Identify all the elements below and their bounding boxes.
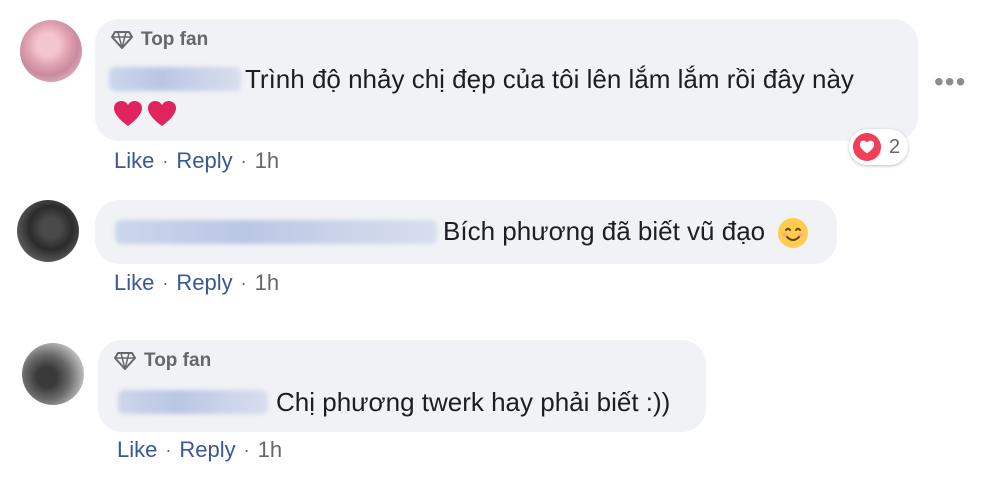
comment-bubble: Bích phương đã biết vũ đạo	[95, 200, 837, 264]
avatar[interactable]	[17, 200, 79, 262]
top-fan-badge: Top fan	[114, 350, 211, 372]
comment-actions: Like · Reply · 1h	[114, 148, 279, 174]
badge-label: Top fan	[144, 350, 212, 371]
comment-text-content: Bích phương đã biết vũ đạo	[443, 216, 766, 246]
more-options-button[interactable]: •••	[934, 66, 966, 98]
love-icon	[853, 133, 881, 161]
comment-bubble: Top fan Chị phương twerk hay phải biết :…	[98, 340, 706, 432]
timestamp[interactable]: 1h	[255, 270, 279, 296]
separator: ·	[240, 272, 247, 293]
comment-bubble: Top fan Trình độ nhảy chị đẹp của tôi lê…	[95, 19, 918, 141]
reply-button[interactable]: Reply	[176, 270, 232, 296]
top-fan-badge: Top fan	[111, 29, 208, 51]
badge-label: Top fan	[141, 29, 209, 50]
author-name[interactable]	[115, 220, 437, 244]
avatar[interactable]	[22, 343, 84, 405]
author-name[interactable]	[109, 67, 241, 91]
like-button[interactable]: Like	[114, 270, 154, 296]
smiling-face-icon	[778, 218, 809, 249]
like-button[interactable]: Like	[117, 437, 157, 463]
comment-text: Trình độ nhảy chị đẹp của tôi lên lắm lắ…	[245, 64, 854, 94]
comment-actions: Like · Reply · 1h	[117, 437, 282, 463]
reply-button[interactable]: Reply	[179, 437, 235, 463]
separator: ·	[243, 439, 250, 460]
timestamp[interactable]: 1h	[255, 148, 279, 174]
separator: ·	[240, 150, 247, 171]
separator: ·	[162, 272, 169, 293]
heart-emoji-icon	[114, 101, 142, 127]
heart-emoji-icon	[148, 101, 176, 127]
reaction-count: 2	[889, 135, 901, 158]
diamond-icon	[111, 31, 133, 49]
comment-actions: Like · Reply · 1h	[114, 270, 279, 296]
separator: ·	[165, 439, 172, 460]
author-name[interactable]	[118, 390, 268, 414]
reply-button[interactable]: Reply	[176, 148, 232, 174]
emoji-line	[113, 97, 181, 129]
separator: ·	[162, 150, 169, 171]
like-button[interactable]: Like	[114, 148, 154, 174]
comment-text: Chị phương twerk hay phải biết :))	[276, 387, 671, 417]
reactions-summary[interactable]: 2	[849, 129, 909, 165]
avatar[interactable]	[20, 20, 82, 82]
diamond-icon	[114, 352, 136, 370]
timestamp[interactable]: 1h	[258, 437, 282, 463]
comment-text: Bích phương đã biết vũ đạo	[443, 216, 809, 249]
